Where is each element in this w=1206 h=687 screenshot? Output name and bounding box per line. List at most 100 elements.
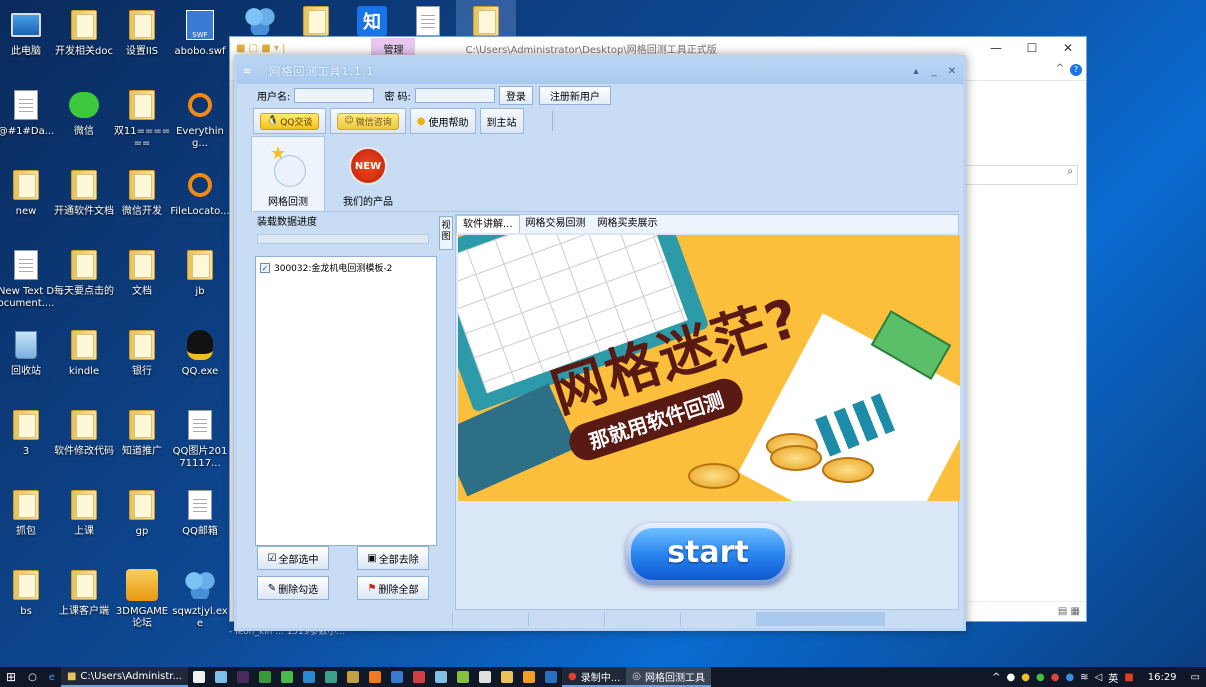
search-icon[interactable]: ○ <box>22 667 43 687</box>
desktop-icon[interactable]: 此电脑 <box>0 4 56 76</box>
close-icon[interactable]: ✕ <box>1050 41 1086 55</box>
desktop-icon[interactable]: 上课 <box>54 484 114 556</box>
desktop-icon[interactable]: 银行 <box>112 324 172 396</box>
desktop-icon[interactable]: 3 <box>0 404 56 476</box>
store-icon[interactable] <box>193 671 206 683</box>
ime-indicator[interactable]: 英 <box>1108 670 1118 685</box>
desktop-icon[interactable]: QQ邮箱 <box>170 484 230 556</box>
delete-all-button[interactable]: ⚑ 删除全部 <box>357 576 429 600</box>
desktop-icon[interactable]: kindle <box>54 324 114 396</box>
firefox-icon[interactable] <box>369 671 382 683</box>
deselect-all-button[interactable]: ▣ 全部去除 <box>357 546 429 570</box>
dreamweaver-icon[interactable] <box>237 671 250 683</box>
maximize-icon[interactable]: ☐ <box>1014 41 1050 55</box>
tray-app-icon[interactable]: ● <box>1051 672 1060 683</box>
clock[interactable]: 16:29 <box>1140 672 1185 683</box>
desktop-icon[interactable]: 文档 <box>112 244 172 316</box>
desktop-icon[interactable]: New Text Document.... <box>0 244 56 316</box>
tray-app-icon[interactable]: ■ <box>1124 672 1133 683</box>
desktop-icon[interactable]: 抓包 <box>0 484 56 556</box>
tab-our-products[interactable]: NEW 我们的产品 <box>331 136 405 214</box>
minimize-icon[interactable]: _ <box>927 66 941 77</box>
desktop-icon[interactable]: bs <box>0 564 56 636</box>
tray-app-icon[interactable]: ● <box>1007 672 1016 683</box>
app-icon[interactable] <box>391 671 404 683</box>
minimize-icon[interactable]: — <box>978 41 1014 55</box>
desktop-icon[interactable]: sqwztjyl.exe <box>170 564 230 636</box>
desktop-icon[interactable]: 微信开发 <box>112 164 172 236</box>
tab-software-intro[interactable]: 软件讲解... <box>456 215 520 233</box>
taskbar-recording[interactable]: ● 录制中... <box>562 667 627 687</box>
list-item[interactable]: ✓ 300032:金龙机电回测模板-2 <box>260 261 432 274</box>
edge-icon[interactable]: e <box>43 667 61 687</box>
desktop-icon[interactable]: 每天要点击的 <box>54 244 114 316</box>
tab-grid-trade-display[interactable]: 网格买卖展示 <box>592 215 664 233</box>
help-icon[interactable]: ? <box>1070 64 1082 76</box>
help-button[interactable]: ● 使用帮助 <box>409 108 476 134</box>
notification-icon[interactable]: ▭ <box>1191 672 1200 683</box>
checkbox[interactable]: ✓ <box>260 262 270 273</box>
taskbar-grid-backtest[interactable]: ◎ 网格回测工具 <box>626 667 712 687</box>
desktop-icon[interactable]: 上课客户端 <box>54 564 114 636</box>
desktop-icon[interactable]: jb <box>170 244 230 316</box>
app-icon[interactable] <box>281 671 294 683</box>
desktop-icon[interactable]: QQ图片20171117... <box>170 404 230 476</box>
app-icon[interactable] <box>545 671 558 683</box>
taskbar-explorer[interactable]: ■ C:\Users\Administr... <box>60 667 189 687</box>
app-icon[interactable] <box>435 671 448 683</box>
tray-app-icon[interactable]: ● <box>1065 672 1074 683</box>
app-menu-icon[interactable]: ≡ <box>243 66 251 77</box>
grid-backtest-window[interactable]: ≡ 网格回测工具1.1.1 ▴ _ ✕ 用户名: 密 码: 登录 注册新用户 🐧… <box>234 55 966 631</box>
start-menu-icon[interactable]: ⊞ <box>0 667 22 687</box>
desktop-icon[interactable]: 3DMGAME论坛 <box>112 564 172 636</box>
desktop-icon[interactable]: 开发相关doc <box>54 4 114 76</box>
desktop-icon[interactable]: SWF abobo.swf <box>170 4 230 76</box>
username-input[interactable] <box>294 87 375 103</box>
desktop-icon[interactable]: gp <box>112 484 172 556</box>
delete-checked-button[interactable]: ✎ 删除勾选 <box>257 576 329 600</box>
tray-app-icon[interactable]: ● <box>1021 672 1030 683</box>
desktop-icon[interactable]: 微信 <box>54 84 114 156</box>
chevron-up-icon[interactable]: ^ <box>992 672 1000 683</box>
desktop-icon[interactable]: @#1#Da... <box>0 84 56 156</box>
app-icon[interactable] <box>523 671 536 683</box>
desktop-icon[interactable]: 开通软件文档 <box>54 164 114 236</box>
select-all-button[interactable]: ☑ 全部选中 <box>257 546 329 570</box>
qq-chat-button[interactable]: 🐧 QQ交谈 <box>253 108 327 134</box>
main-site-button[interactable]: 到主站 <box>479 108 524 134</box>
network-icon[interactable]: ≋ <box>1080 672 1088 683</box>
desktop-icon[interactable]: QQ.exe <box>170 324 230 396</box>
view-collapse-tab[interactable]: 视图 <box>439 216 453 250</box>
password-input[interactable] <box>414 87 495 103</box>
app-icon[interactable] <box>413 671 426 683</box>
close-icon[interactable]: ✕ <box>945 66 959 77</box>
app-icon[interactable] <box>457 671 470 683</box>
arrow-up-icon[interactable]: ▴ <box>909 66 923 77</box>
desktop-icon[interactable]: 设置IIS <box>112 4 172 76</box>
app-icon[interactable] <box>479 671 492 683</box>
app-icon[interactable] <box>259 671 272 683</box>
app-icon[interactable] <box>325 671 338 683</box>
tab-grid-trading-backtest[interactable]: 网格交易回测 <box>520 215 592 233</box>
desktop-icon[interactable]: 知道推广 <box>112 404 172 476</box>
app-icon[interactable] <box>347 671 360 683</box>
register-button[interactable]: 注册新用户 <box>538 85 611 105</box>
tray-app-icon[interactable]: ● <box>1036 672 1045 683</box>
volume-icon[interactable]: ◁ <box>1095 672 1103 683</box>
desktop-icon[interactable]: 双11====== <box>112 84 172 156</box>
tab-grid-backtest[interactable]: 网格回测 <box>251 136 325 214</box>
app-icon[interactable] <box>215 671 228 683</box>
desktop-icon[interactable]: FileLocato... <box>170 164 230 236</box>
login-button[interactable]: 登录 <box>498 85 533 105</box>
template-list[interactable]: ✓ 300032:金龙机电回测模板-2 <box>255 256 437 546</box>
chevron-up-icon[interactable]: ^ <box>1056 63 1064 74</box>
desktop-icon[interactable]: 回收站 <box>0 324 56 396</box>
desktop-icon[interactable]: 软件修改代码 <box>54 404 114 476</box>
wechat-consult-button[interactable]: ☺ 微信咨询 <box>330 108 406 134</box>
app-icon[interactable] <box>501 671 514 683</box>
search-input[interactable]: ⌕ <box>958 165 1078 185</box>
desktop-icon[interactable]: new <box>0 164 56 236</box>
mail-icon[interactable] <box>303 671 316 683</box>
view-toggle-icon[interactable]: ▤ ▦ <box>1058 606 1080 617</box>
start-button[interactable]: start <box>626 523 790 585</box>
